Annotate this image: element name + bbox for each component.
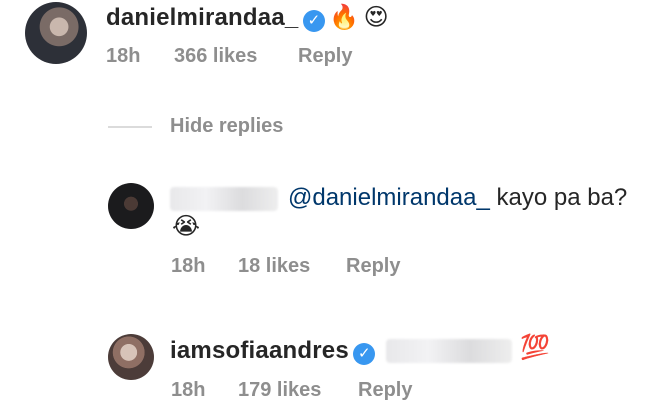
thread-divider (108, 126, 152, 128)
reply-button[interactable]: Reply (358, 379, 412, 402)
avatar[interactable] (25, 2, 87, 64)
crying-emoji: 😭 (172, 213, 201, 240)
avatar[interactable] (108, 334, 154, 380)
mention-link[interactable]: @danielmirandaa_ (288, 184, 490, 211)
hundred-points-emoji: 💯 (520, 334, 550, 361)
comment-time: 18h (106, 45, 141, 67)
fire-emoji: 🔥 (329, 4, 360, 31)
heart-eyes-emoji: 😍 (363, 4, 389, 31)
redacted-text (386, 339, 512, 363)
reply-text: @danielmirandaa_ kayo pa ba? (288, 184, 627, 212)
verified-badge-icon: ✓ (353, 342, 376, 365)
redacted-username (170, 187, 278, 211)
reply-header: iamsofiaandres ✓ (170, 337, 376, 365)
avatar[interactable] (108, 183, 154, 229)
reply-time: 18h (171, 379, 206, 401)
reply-username[interactable]: iamsofiaandres (170, 337, 349, 364)
comment-header: danielmirandaa_ ✓ 🔥 😍 (106, 4, 389, 32)
comment-username[interactable]: danielmirandaa_ (106, 4, 298, 31)
reply-likes[interactable]: 179 likes (238, 379, 321, 402)
reply-button[interactable]: Reply (298, 45, 352, 68)
hide-replies-button[interactable]: Hide replies (170, 115, 283, 138)
comment-likes[interactable]: 366 likes (174, 45, 257, 68)
reply-likes[interactable]: 18 likes (238, 255, 310, 278)
reply-time: 18h (171, 255, 206, 277)
verified-badge-icon: ✓ (302, 9, 325, 32)
reply-button[interactable]: Reply (346, 255, 400, 278)
reply-message: kayo pa ba? (496, 184, 628, 211)
